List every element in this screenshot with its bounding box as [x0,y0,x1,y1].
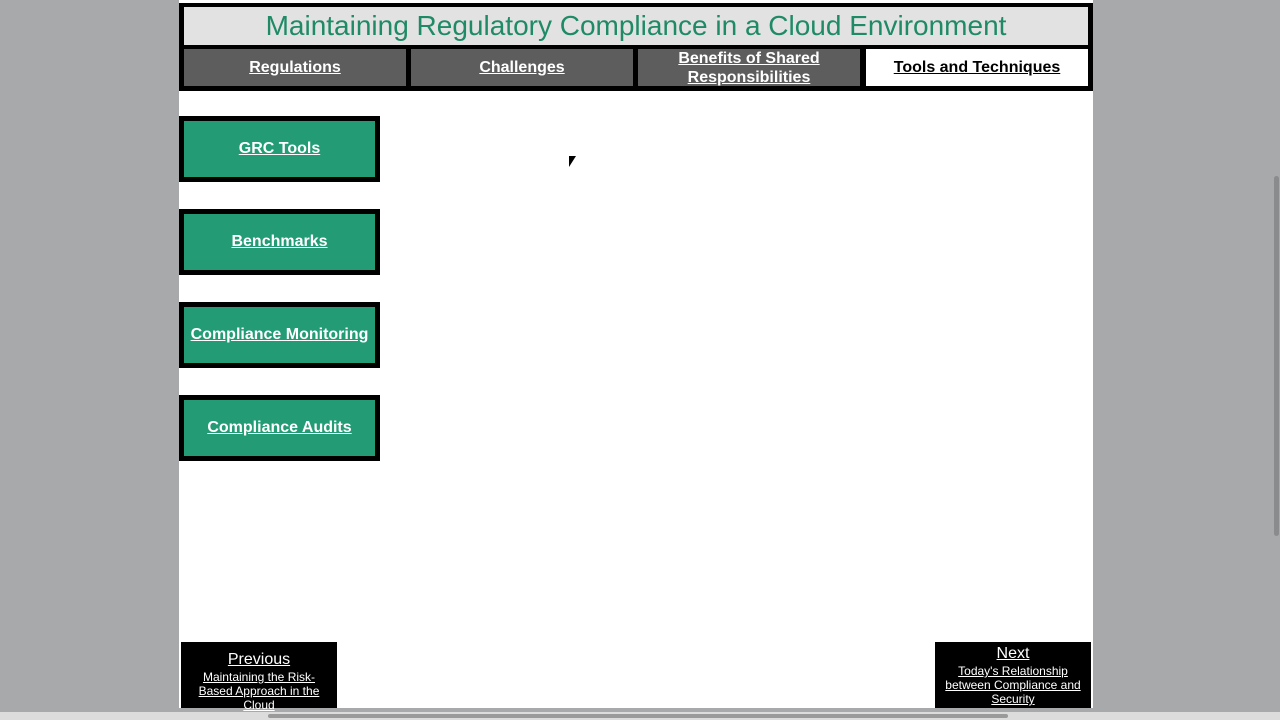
header: Maintaining Regulatory Compliance in a C… [179,3,1093,91]
mouse-cursor-icon [569,156,576,167]
page-title: Maintaining Regulatory Compliance in a C… [184,7,1088,45]
tab-label: Tools and Techniques [893,59,1061,76]
compliance-audits-label: Compliance Audits [184,400,375,456]
grc-tools-label: GRC Tools [184,121,375,177]
benchmarks-button[interactable]: Benchmarks [179,209,380,275]
grc-tools-button[interactable]: GRC Tools [179,116,380,182]
compliance-monitoring-button[interactable]: Compliance Monitoring [179,302,380,368]
tab-label: Regulations [249,59,341,76]
tab-label: Benefits of Shared Responsibilities [678,49,820,86]
vertical-scrollbar-thumb[interactable] [1274,176,1279,536]
previous-button[interactable]: Previous Maintaining the Risk-Based Appr… [181,642,337,712]
vertical-scrollbar[interactable] [1272,0,1280,720]
tab-tools-and-techniques[interactable]: Tools and Techniques [866,49,1088,86]
tab-regulations[interactable]: Regulations [184,49,406,86]
next-button[interactable]: Next Today's Relationship between Compli… [935,642,1091,708]
horizontal-scrollbar-thumb[interactable] [268,714,1008,718]
next-label: Next [996,645,1030,662]
compliance-monitoring-label: Compliance Monitoring [184,307,375,363]
content-page: Maintaining Regulatory Compliance in a C… [179,0,1093,708]
tab-benefits-of-shared-responsibilities[interactable]: Benefits of Shared Responsibilities [638,49,860,86]
horizontal-scrollbar[interactable] [0,712,1280,720]
next-subtitle: Today's Relationship between Compliance … [945,664,1081,706]
previous-subtitle: Maintaining the Risk-Based Approach in t… [198,670,320,712]
tab-label: Challenges [479,59,565,76]
benchmarks-label: Benchmarks [184,214,375,270]
previous-label: Previous [227,651,291,668]
compliance-audits-button[interactable]: Compliance Audits [179,395,380,461]
tab-challenges[interactable]: Challenges [411,49,633,86]
